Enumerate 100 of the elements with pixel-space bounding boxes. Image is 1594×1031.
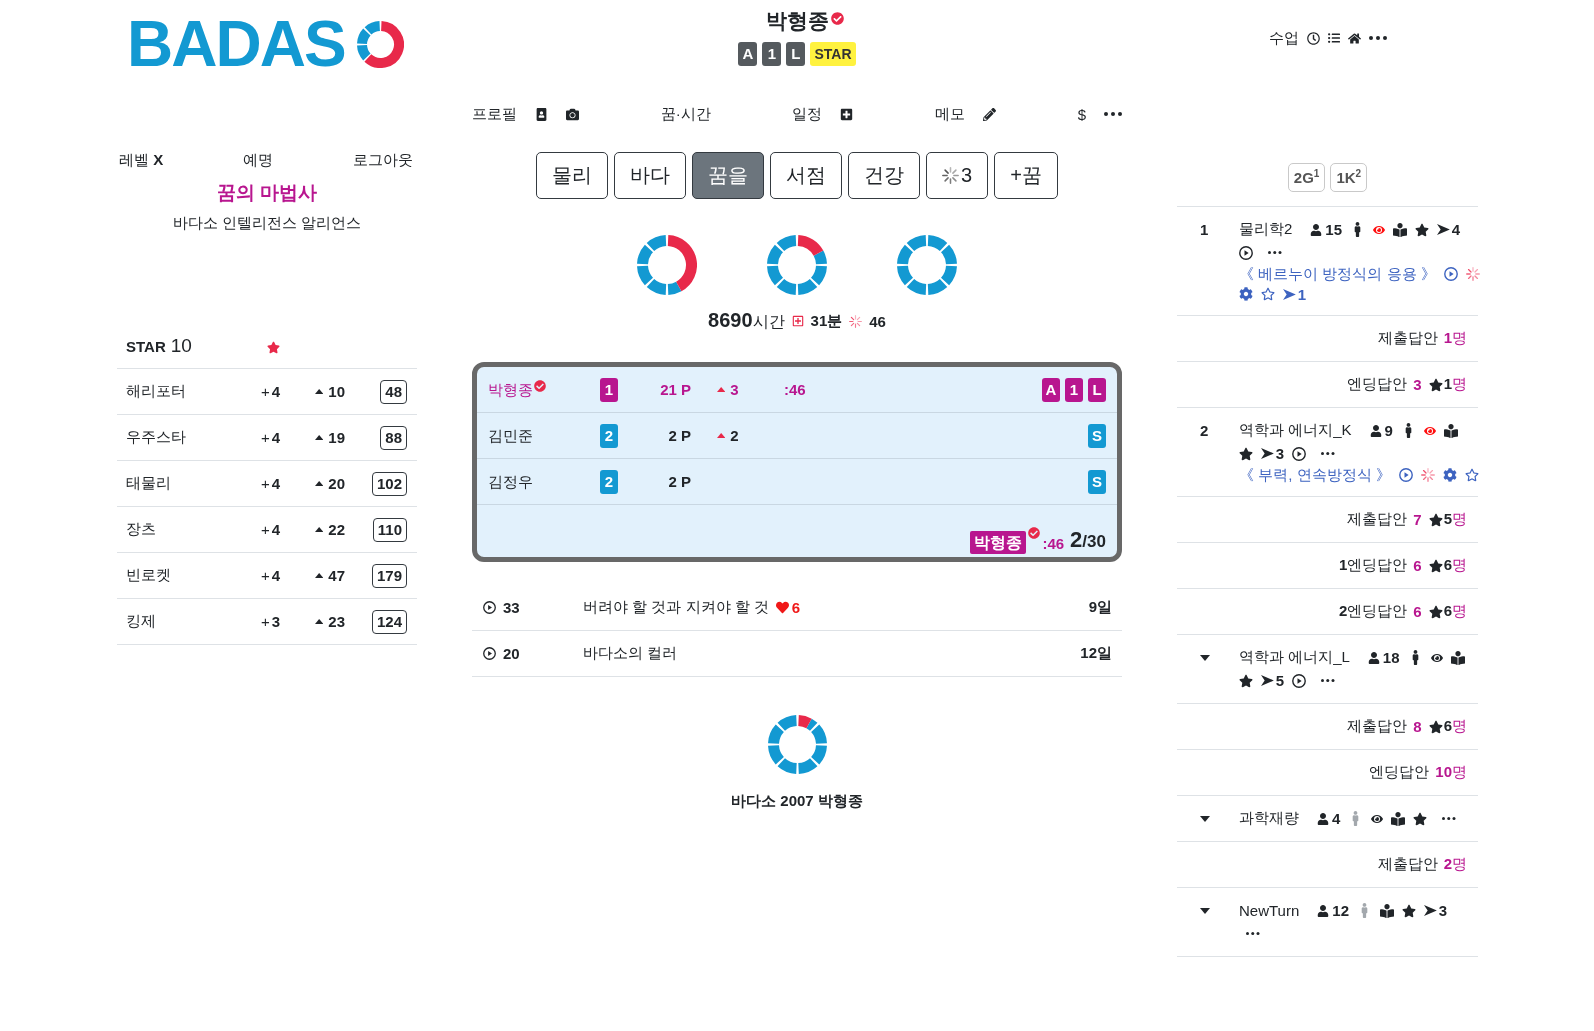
- answer-label: 1엔딩답안: [1338, 556, 1408, 575]
- caret-down-icon[interactable]: [1200, 654, 1210, 661]
- star-icon: [1415, 222, 1430, 237]
- reader-icon: [1443, 423, 1458, 438]
- spinner-icon: [1420, 468, 1435, 482]
- minutes-value: 31분: [810, 311, 843, 331]
- count-value: 46: [869, 312, 886, 330]
- more-icon[interactable]: [1103, 112, 1122, 116]
- step-count: 3: [1438, 902, 1448, 919]
- post-title[interactable]: 버려야 할 것과 지켜야 할 것: [583, 598, 769, 617]
- triangle-up-icon: [315, 527, 324, 532]
- arrowhead-icon: [1283, 288, 1296, 300]
- bonus-value: +4: [261, 429, 282, 446]
- account-link[interactable]: 예명: [243, 150, 274, 170]
- list-icon[interactable]: [1327, 32, 1340, 44]
- donut-ring-icon: [897, 235, 957, 295]
- filter-chip[interactable]: 2G$^{1}$: [1287, 163, 1326, 192]
- pencil-icon[interactable]: [982, 107, 996, 121]
- star-icon: [1239, 673, 1253, 688]
- play-icon[interactable]: [1239, 245, 1253, 260]
- category-tab[interactable]: 건강: [848, 152, 921, 199]
- gear-icon[interactable]: [1239, 287, 1253, 301]
- more-icon[interactable]: [1268, 251, 1282, 254]
- eye-icon[interactable]: [1371, 812, 1384, 825]
- score-value: 124: [371, 609, 407, 634]
- answer-count: 6: [1413, 557, 1422, 574]
- more-icon[interactable]: [1246, 932, 1260, 935]
- points-value: 21 P: [660, 381, 691, 398]
- rise-value: 20: [328, 475, 345, 492]
- rise-value: 19: [328, 429, 345, 446]
- star-count: 6명: [1443, 717, 1467, 736]
- grade-badge: 1: [762, 42, 782, 66]
- rise-value: 10: [328, 383, 345, 400]
- bonus-value: +4: [261, 383, 282, 400]
- lesson-link[interactable]: 《 부력, 연속방정식 》: [1239, 465, 1391, 485]
- star-outline-icon[interactable]: [1261, 287, 1275, 301]
- gear-icon[interactable]: [1442, 468, 1457, 482]
- answer-count: 1명: [1443, 329, 1467, 348]
- class-title[interactable]: 과학재량: [1239, 809, 1299, 828]
- account-link[interactable]: 로그아웃: [353, 150, 413, 170]
- play-icon[interactable]: [1292, 446, 1307, 461]
- class-title[interactable]: 역학과 에너지_L: [1239, 648, 1350, 667]
- class-title[interactable]: 역학과 에너지_K: [1239, 421, 1352, 440]
- user-icon: [1369, 424, 1382, 437]
- step-count: 1: [1297, 285, 1307, 303]
- category-tab[interactable]: 서점: [770, 152, 843, 199]
- account-link[interactable]: 레벨 X: [119, 150, 164, 170]
- member-count: 4: [1332, 810, 1341, 827]
- eye-icon[interactable]: [1430, 651, 1443, 664]
- grade-badge: L: [786, 42, 806, 66]
- answer-count: 3: [1413, 376, 1422, 393]
- profile-name: 박형종: [765, 8, 829, 34]
- answer-count: 7: [1413, 511, 1422, 528]
- nav-link[interactable]: $: [1077, 105, 1086, 123]
- clock-icon[interactable]: [1306, 31, 1320, 45]
- nav-link[interactable]: 메모: [934, 104, 965, 124]
- category-tab[interactable]: 3: [926, 152, 989, 199]
- nav-link[interactable]: 프로필: [472, 104, 517, 124]
- footer-caption: 바다소 2007 박형종: [730, 791, 864, 811]
- triangle-up-icon: [315, 389, 324, 394]
- step-count: 4: [1451, 221, 1461, 238]
- add-icon[interactable]: [840, 107, 854, 121]
- post-title[interactable]: 바다소의 컬러: [583, 644, 678, 663]
- player-name: 박형종: [488, 379, 533, 400]
- play-icon[interactable]: [1292, 673, 1307, 688]
- bonus-value: +4: [261, 521, 282, 538]
- caret-down-icon[interactable]: [1200, 907, 1210, 914]
- category-tab[interactable]: 바다: [614, 152, 687, 199]
- nav-link[interactable]: 꿈·시간: [660, 104, 711, 124]
- camera-icon[interactable]: [566, 107, 579, 121]
- more-icon[interactable]: [1321, 452, 1335, 455]
- play-icon[interactable]: [483, 647, 496, 660]
- class-title[interactable]: NewTurn: [1239, 902, 1300, 919]
- nav-link[interactable]: 일정: [792, 104, 823, 124]
- more-icon[interactable]: [1368, 36, 1387, 40]
- hours-value: 8690: [708, 309, 753, 332]
- more-icon[interactable]: [1321, 679, 1335, 682]
- caret-down-icon[interactable]: [1200, 815, 1210, 822]
- star-icon: [1428, 377, 1443, 392]
- lesson-link[interactable]: 《 베르누이 방정식의 응용 》: [1239, 264, 1436, 284]
- filter-chip[interactable]: 1K$^{2}$: [1330, 163, 1368, 192]
- more-icon[interactable]: [1442, 817, 1456, 820]
- star-outline-icon[interactable]: [1464, 468, 1479, 482]
- category-tab[interactable]: 물리: [536, 152, 609, 199]
- donut-ring-icon: [767, 715, 827, 774]
- play-icon[interactable]: [483, 601, 496, 614]
- status-badge: L: [1088, 377, 1106, 402]
- member-count: 18: [1382, 649, 1400, 666]
- star-icon: [1428, 512, 1443, 527]
- view-count: 20: [503, 645, 520, 662]
- category-tab[interactable]: 꿈을: [692, 152, 765, 199]
- class-title[interactable]: 물리학2: [1239, 220, 1293, 239]
- portrait-icon[interactable]: [535, 107, 548, 121]
- bonus-value: +4: [261, 567, 282, 584]
- category-tab[interactable]: +꿈: [994, 152, 1058, 199]
- star-total: 10: [170, 334, 192, 357]
- arrowhead-icon: [1437, 224, 1450, 235]
- star-label: STAR: [126, 337, 166, 355]
- progress-count: 2/30: [1070, 528, 1106, 554]
- home-icon[interactable]: [1347, 31, 1361, 45]
